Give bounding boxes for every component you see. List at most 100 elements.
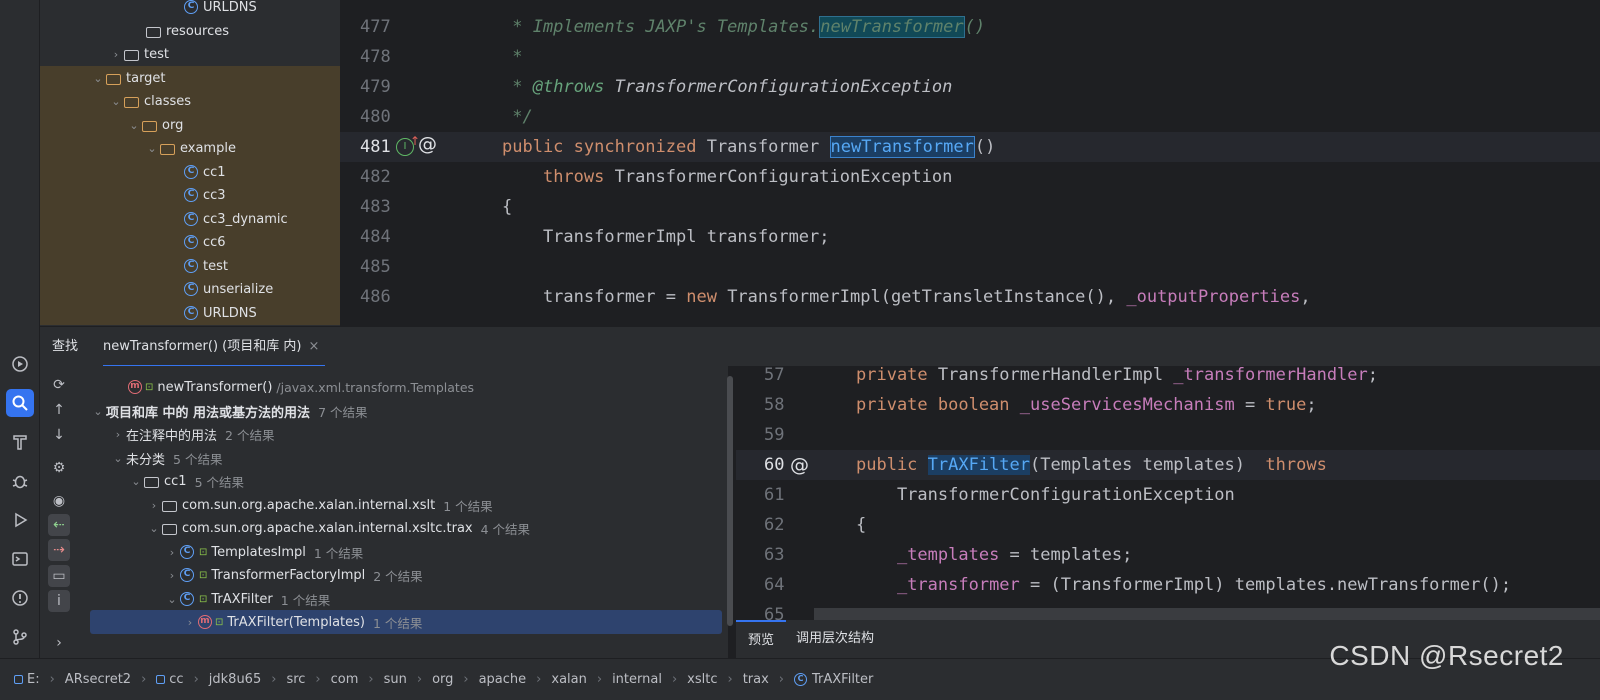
chevron-right-icon[interactable]: › (164, 569, 180, 582)
folder-icon (124, 49, 139, 61)
chevron-down-icon[interactable]: ⌄ (144, 142, 160, 155)
result-target-method[interactable]: m ⊡ newTransformer() /javax.xml.transform… (78, 375, 728, 399)
find-panel-header: 查找 newTransformer() (项目和库 内) × (40, 326, 1600, 367)
chevron-right-icon[interactable]: › (108, 48, 124, 61)
line-number: 485 (360, 257, 391, 277)
result-unclassified[interactable]: ⌄ 未分类 5 个结果 (78, 446, 728, 470)
breadcrumb-item[interactable]: sun (384, 672, 407, 687)
breadcrumb-item[interactable]: cc (169, 672, 183, 687)
tree-item-org[interactable]: ⌄ org (40, 113, 340, 137)
breadcrumb-item[interactable]: jdk8u65 (209, 672, 261, 687)
tab-call-hierarchy[interactable]: 调用层次结构 (796, 620, 874, 658)
result-class-templatesimpl[interactable]: › C ⊡ TemplatesImpl 1 个结果 (78, 540, 728, 564)
chevron-right-icon[interactable]: › (182, 616, 198, 629)
result-usages-group[interactable]: ⌄ 项目和库 中的 用法或基方法的用法 7 个结果 (78, 399, 728, 423)
tree-item-resources[interactable]: resources (40, 19, 340, 43)
terminal-icon[interactable] (6, 545, 34, 573)
find-icon[interactable] (6, 389, 34, 417)
tree-item-urldns[interactable]: C URLDNS (40, 0, 340, 19)
tree-item-test-folder[interactable]: › test (40, 42, 340, 66)
tree-item-cc3[interactable]: C cc3 (40, 183, 340, 207)
run-icon[interactable] (6, 506, 34, 534)
breadcrumb-item[interactable]: xsltc (687, 672, 717, 687)
breadcrumb-item[interactable]: E: (27, 672, 40, 687)
tree-item-classes[interactable]: ⌄ classes (40, 89, 340, 113)
code-line: * (502, 47, 523, 67)
tab-find-results[interactable]: newTransformer() (项目和库 内) × (103, 327, 326, 367)
preview-editor[interactable]: 57 58 59 60 61 62 63 64 65 @ private Tra… (736, 366, 1600, 620)
close-tab-icon[interactable]: × (309, 327, 320, 367)
chevron-right-icon[interactable]: › (146, 499, 162, 512)
chevron-down-icon[interactable]: ⌄ (164, 593, 180, 606)
result-class-traxfilter[interactable]: ⌄ C ⊡ TrAXFilter 1 个结果 (78, 587, 728, 611)
line-number: 59 (764, 425, 785, 445)
chevron-down-icon[interactable]: ⌄ (146, 522, 162, 535)
arrow-up-icon[interactable]: ↑ (48, 399, 70, 421)
line-number: 63 (764, 545, 785, 565)
chevron-down-icon[interactable]: ⌄ (90, 72, 106, 85)
tree-item-cc6[interactable]: C cc6 (40, 230, 340, 254)
breadcrumb-item[interactable]: org (432, 672, 453, 687)
code-editor[interactable]: 477 478 479 480 481 482 483 484 485 486 … (340, 0, 1600, 326)
chevron-down-icon[interactable]: ⌄ (108, 95, 124, 108)
breadcrumb-item[interactable]: internal (612, 672, 662, 687)
breadcrumb-separator: › (671, 672, 678, 687)
chevron-right-icon[interactable]: › (164, 546, 180, 559)
result-package-trax[interactable]: ⌄ com.sun.org.apache.xalan.internal.xslt… (78, 516, 728, 540)
tree-item-example[interactable]: ⌄ example (40, 136, 340, 160)
breadcrumb-item[interactable]: xalan (551, 672, 586, 687)
services-icon[interactable] (6, 350, 34, 378)
git-branch-icon[interactable] (6, 623, 34, 651)
result-method-traxfilter-ctor[interactable]: › m ⊡ TrAXFilter(Templates) 1 个结果 (90, 610, 722, 634)
chevron-down-icon[interactable]: ⌄ (126, 119, 142, 132)
tool-window-strip (0, 0, 40, 668)
rerun-icon[interactable]: ⟳ (48, 374, 70, 396)
at-annotation-icon[interactable]: @ (418, 133, 437, 155)
result-in-comments[interactable]: › 在注释中的用法 2 个结果 (78, 422, 728, 446)
result-module-cc1[interactable]: ⌄ cc1 5 个结果 (78, 469, 728, 493)
breadcrumb-item[interactable]: src (286, 672, 305, 687)
problems-icon[interactable] (6, 584, 34, 612)
code-line: transformer = new TransformerImpl(getTra… (502, 287, 1311, 307)
breadcrumb-item[interactable]: com (331, 672, 359, 687)
tree-item-unserialize[interactable]: C unserialize (40, 277, 340, 301)
results-scrollbar[interactable] (727, 376, 733, 626)
expand-more-icon[interactable]: › (48, 632, 70, 654)
line-number: 478 (360, 47, 391, 67)
tab-label: newTransformer() (项目和库 内) (103, 339, 302, 354)
line-number: 486 (360, 287, 391, 307)
at-annotation-icon[interactable]: @ (790, 450, 809, 480)
result-class-transformerfactoryimpl[interactable]: › C ⊡ TransformerFactoryImpl 2 个结果 (78, 563, 728, 587)
class-icon: C (180, 545, 194, 559)
breadcrumb-item[interactable]: apache (479, 672, 527, 687)
chevron-down-icon[interactable]: ⌄ (110, 452, 126, 465)
chevron-right-icon[interactable]: › (110, 428, 126, 441)
line-number: 57 (764, 366, 785, 385)
code-line: { (502, 197, 513, 217)
breadcrumb-separator: › (49, 672, 55, 687)
tree-item-target[interactable]: ⌄ target (40, 66, 340, 90)
tree-item-cc1[interactable]: C cc1 (40, 160, 340, 184)
tab-preview[interactable]: 预览 (736, 620, 787, 658)
preview-eye-icon[interactable]: ◉ (48, 490, 70, 512)
settings-gear-icon[interactable]: ⚙ (48, 457, 70, 479)
build-hammer-icon[interactable] (6, 428, 34, 456)
tree-item-test-class[interactable]: C test (40, 254, 340, 278)
code-line: TransformerConfigurationException (856, 485, 1235, 505)
chevron-down-icon[interactable]: ⌄ (90, 405, 106, 418)
breadcrumb-item[interactable]: TrAXFilter (812, 672, 873, 687)
debug-bug-icon[interactable] (6, 467, 34, 495)
read-access-icon[interactable]: ⇠ (48, 514, 70, 536)
info-icon[interactable]: i (48, 590, 70, 612)
horizontal-scrollbar[interactable] (814, 608, 1600, 620)
tree-item-cc3-dynamic[interactable]: C cc3_dynamic (40, 207, 340, 231)
watermark: CSDN @Rsecret2 (1329, 640, 1564, 671)
group-by-folder-icon[interactable]: ▭ (48, 565, 70, 587)
write-access-icon[interactable]: ⇢ (48, 539, 70, 561)
arrow-down-icon[interactable]: ↓ (48, 424, 70, 446)
chevron-down-icon[interactable]: ⌄ (128, 475, 144, 488)
breadcrumb-item[interactable]: ARsecret2 (65, 672, 131, 687)
breadcrumb-item[interactable]: trax (743, 672, 769, 687)
result-package-xslt[interactable]: › com.sun.org.apache.xalan.internal.xslt… (78, 493, 728, 517)
tree-item-urldns-2[interactable]: C URLDNS (40, 301, 340, 325)
